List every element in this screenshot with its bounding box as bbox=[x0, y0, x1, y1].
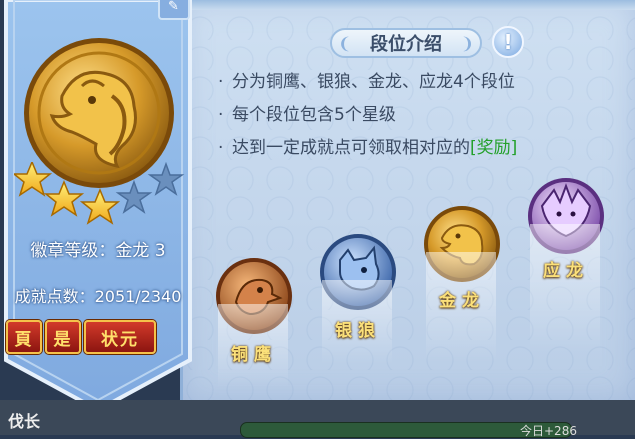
rank-stars bbox=[14, 162, 185, 225]
star-5-icon bbox=[147, 162, 185, 196]
rank-silver-wolf[interactable]: 银狼 bbox=[318, 232, 398, 364]
badge-card: 徽章等级：金龙 3 成就点数：2051/2340 頁 是 状元 bbox=[0, 0, 196, 400]
rank-name-label: 金龙 bbox=[439, 291, 485, 311]
edit-icon[interactable] bbox=[158, 0, 190, 20]
bottom-right-text: 今日+286 bbox=[520, 424, 577, 438]
panel-title: ❨ 段位介绍 ❩ bbox=[330, 28, 482, 58]
title-tag-3[interactable]: 状元 bbox=[84, 320, 156, 354]
rank-platform bbox=[530, 224, 600, 354]
rule-item: · 分为铜鹰、银狼、金龙、应龙4个段位 bbox=[218, 72, 515, 92]
swirl-left-icon: ❨ bbox=[338, 34, 352, 53]
title-tag-1[interactable]: 頁 bbox=[6, 320, 42, 354]
rank-name-label: 铜鹰 bbox=[231, 345, 277, 365]
reward-link[interactable]: [奖励] bbox=[470, 138, 517, 158]
swirl-right-icon: ❩ bbox=[460, 34, 474, 53]
bottom-strip: 伐长 今日+286 bbox=[0, 400, 635, 438]
panel-top-rim bbox=[180, 0, 635, 10]
star-4-icon bbox=[115, 179, 153, 214]
star-3-icon bbox=[79, 188, 121, 225]
title-tag-2[interactable]: 是 bbox=[45, 320, 81, 354]
rule-item: · 达到一定成就点可领取相对应的[奖励] bbox=[218, 138, 518, 158]
rank-name-label: 银狼 bbox=[335, 321, 381, 341]
achievement-points-label: 成就点数：2051/2340 bbox=[14, 287, 182, 306]
rank-rules-list: · 分为铜鹰、银狼、金龙、应龙4个段位 · 每个段位包含5个星级 · 达到一定成就点可… bbox=[218, 66, 517, 165]
star-2-icon bbox=[43, 180, 85, 217]
badge-level-label: 徽章等级：金龙 3 bbox=[30, 241, 166, 261]
info-icon[interactable]: ! bbox=[492, 26, 524, 58]
rule-item: · 每个段位包含5个星级 bbox=[218, 105, 396, 125]
star-1-icon bbox=[14, 162, 53, 197]
rank-golden-dragon[interactable]: 金龙 bbox=[422, 204, 502, 362]
rank-bronze-eagle[interactable]: 铜鹰 bbox=[214, 256, 294, 388]
bottom-label: 伐长 bbox=[8, 412, 41, 431]
title-tags: 頁 是 状元 bbox=[6, 320, 156, 354]
rank-ying-dragon[interactable]: 应龙 bbox=[526, 176, 606, 354]
panel-title-text: 段位介绍 bbox=[370, 34, 442, 55]
rank-name-label: 应龙 bbox=[543, 261, 589, 281]
